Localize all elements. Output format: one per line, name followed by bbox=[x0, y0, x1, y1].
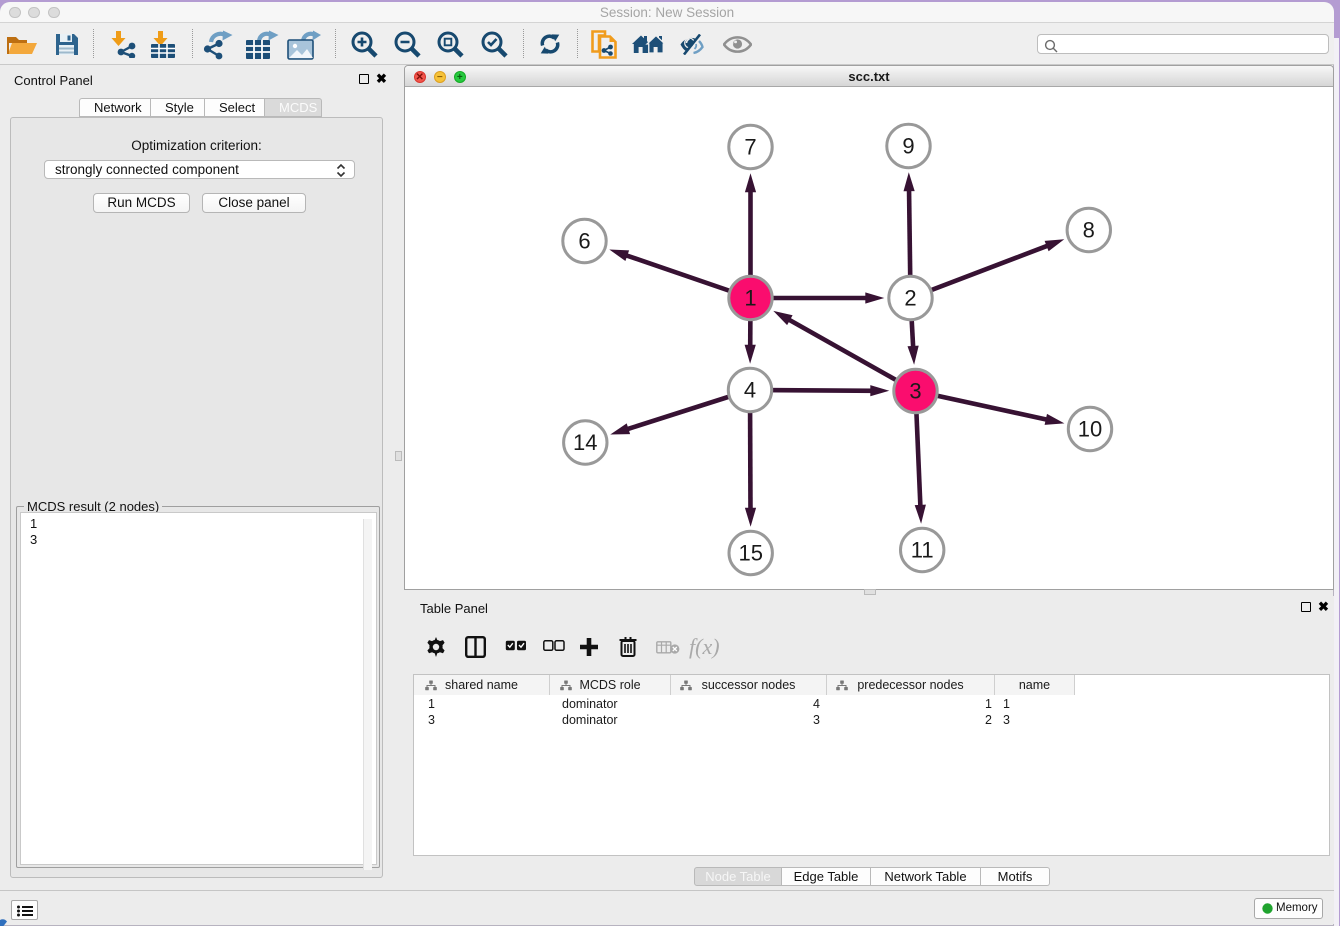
svg-text:9: 9 bbox=[902, 134, 914, 159]
svg-text:6: 6 bbox=[578, 229, 590, 254]
svg-text:2: 2 bbox=[904, 286, 916, 311]
svg-text:1: 1 bbox=[744, 286, 756, 311]
svg-text:11: 11 bbox=[911, 538, 934, 563]
svg-text:14: 14 bbox=[573, 430, 597, 455]
svg-text:7: 7 bbox=[744, 135, 756, 160]
svg-text:4: 4 bbox=[744, 378, 756, 403]
svg-text:3: 3 bbox=[909, 379, 921, 404]
svg-text:8: 8 bbox=[1083, 218, 1095, 243]
svg-text:15: 15 bbox=[738, 541, 762, 566]
svg-text:10: 10 bbox=[1078, 417, 1102, 442]
